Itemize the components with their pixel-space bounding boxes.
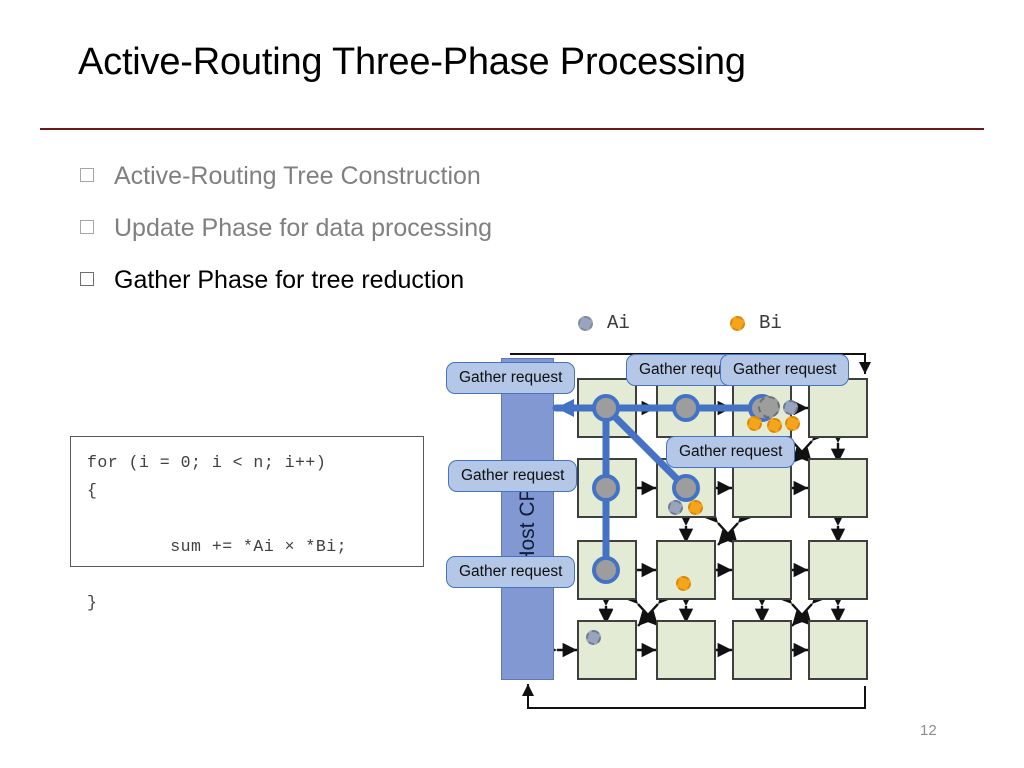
title-divider (40, 128, 984, 130)
bi-dot-icon (730, 315, 745, 331)
tree-node (672, 394, 700, 422)
page-title: Active-Routing Three-Phase Processing (78, 41, 746, 83)
legend-item-bi: Bi (730, 312, 782, 334)
mesh-cell (732, 620, 792, 680)
ai-data-dot (758, 396, 780, 418)
bullet-item-3: Gather Phase for tree reduction (80, 266, 700, 318)
tree-node (592, 556, 620, 584)
ai-data-dot (586, 630, 601, 645)
gather-request-callout: Gather request (720, 354, 850, 386)
code-snippet: for (i = 0; i < n; i++) { sum += *Ai × *… (70, 436, 424, 612)
mesh-cell (656, 540, 716, 600)
bullet-label: Update Phase for data processing (114, 214, 493, 242)
mesh-cell (732, 540, 792, 600)
mesh-diagram: Host CPU Gather request Gather request G… (440, 348, 918, 720)
gather-request-callout: Gather request (446, 362, 576, 394)
mesh-cell (577, 620, 637, 680)
mesh-cell (808, 540, 868, 600)
ai-data-dot (783, 400, 798, 415)
mesh-cell (808, 620, 868, 680)
bullet-item-1: Active-Routing Tree Construction (80, 162, 700, 214)
gather-request-callout: Gather request (448, 460, 578, 492)
bi-data-dot (676, 576, 691, 591)
page-number: 12 (920, 722, 937, 739)
mesh-cell (656, 620, 716, 680)
ai-data-dot (668, 500, 683, 515)
tree-node (592, 394, 620, 422)
bullet-list: Active-Routing Tree Construction Update … (80, 162, 700, 318)
bullet-label: Gather Phase for tree reduction (114, 266, 465, 294)
mesh-cell (808, 458, 868, 518)
gather-request-callout: Gather request (446, 556, 576, 588)
legend-label: Bi (759, 312, 782, 334)
bi-data-dot (747, 416, 762, 431)
slide-root: Active-Routing Three-Phase Processing Ac… (0, 0, 1024, 768)
mesh-cell (808, 378, 868, 438)
tree-node (672, 474, 700, 502)
bullet-label: Active-Routing Tree Construction (114, 162, 481, 190)
bullet-item-2: Update Phase for data processing (80, 214, 700, 266)
legend-item-ai: Ai (578, 312, 630, 334)
bi-data-dot (688, 500, 703, 515)
bullet-marker-icon (80, 272, 94, 286)
host-cpu-bar: Host CPU (501, 358, 554, 680)
legend-label: Ai (607, 312, 630, 334)
gather-request-callout: Gather request (666, 436, 796, 468)
bi-data-dot (785, 416, 800, 431)
tree-node (592, 474, 620, 502)
diagram-legend: Ai Bi (570, 312, 870, 342)
bi-data-dot (767, 418, 782, 433)
bullet-marker-icon (80, 220, 94, 234)
ai-dot-icon (578, 315, 593, 331)
bullet-marker-icon (80, 168, 94, 182)
